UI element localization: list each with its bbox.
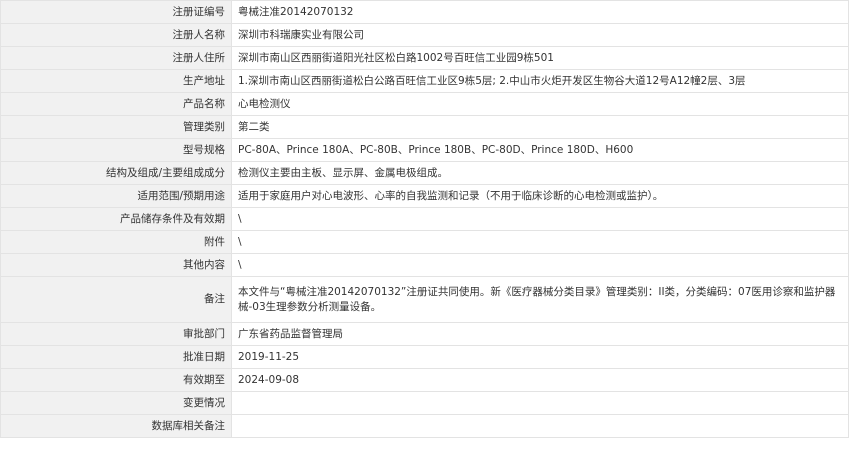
row-value: 适用于家庭用户对心电波形、心率的自我监测和记录（不用于临床诊断的心电检测或监护）… (231, 184, 849, 208)
table-row-attachments: 附件 \ (0, 230, 849, 254)
row-value: 1.深圳市南山区西丽街道松白公路百旺信工业区9栋5层; 2.中山市火炬开发区生物… (231, 69, 849, 93)
table-row-valid-until: 有效期至 2024-09-08 (0, 368, 849, 392)
row-value: 粤械注准20142070132 (231, 0, 849, 24)
table-row-approval-date: 批准日期 2019-11-25 (0, 345, 849, 369)
table-row-product-name: 产品名称 心电检测仪 (0, 92, 849, 116)
table-row-management-category: 管理类别 第二类 (0, 115, 849, 139)
row-label: 批准日期 (0, 345, 232, 369)
row-label: 产品储存条件及有效期 (0, 207, 232, 231)
row-value: 广东省药品监督管理局 (231, 322, 849, 346)
row-value (231, 391, 849, 415)
row-value: \ (231, 207, 849, 231)
row-label: 变更情况 (0, 391, 232, 415)
table-row-approval-department: 审批部门 广东省药品监督管理局 (0, 322, 849, 346)
row-value: 2019-11-25 (231, 345, 849, 369)
row-label: 审批部门 (0, 322, 232, 346)
row-value: \ (231, 230, 849, 254)
row-value: 2024-09-08 (231, 368, 849, 392)
row-label: 适用范围/预期用途 (0, 184, 232, 208)
registration-table: 注册证编号 粤械注准20142070132 注册人名称 深圳市科瑞康实业有限公司… (0, 0, 849, 438)
row-label: 注册人住所 (0, 46, 232, 70)
table-row-database-remarks: 数据库相关备注 (0, 414, 849, 438)
table-row-registration-number: 注册证编号 粤械注准20142070132 (0, 0, 849, 24)
row-label: 数据库相关备注 (0, 414, 232, 438)
row-label: 注册人名称 (0, 23, 232, 47)
table-row-registrant-name: 注册人名称 深圳市科瑞康实业有限公司 (0, 23, 849, 47)
row-value: 检测仪主要由主板、显示屏、金属电极组成。 (231, 161, 849, 185)
row-value: 本文件与“粤械注准20142070132”注册证共同使用。新《医疗器械分类目录》… (231, 276, 849, 323)
row-value: \ (231, 253, 849, 277)
table-row-intended-use: 适用范围/预期用途 适用于家庭用户对心电波形、心率的自我监测和记录（不用于临床诊… (0, 184, 849, 208)
row-label: 注册证编号 (0, 0, 232, 24)
row-label: 产品名称 (0, 92, 232, 116)
row-label: 有效期至 (0, 368, 232, 392)
table-row-production-address: 生产地址 1.深圳市南山区西丽街道松白公路百旺信工业区9栋5层; 2.中山市火炬… (0, 69, 849, 93)
table-row-model-specification: 型号规格 PC-80A、Prince 180A、PC-80B、Prince 18… (0, 138, 849, 162)
row-value: PC-80A、Prince 180A、PC-80B、Prince 180B、PC… (231, 138, 849, 162)
row-label: 备注 (0, 276, 232, 323)
row-label: 结构及组成/主要组成成分 (0, 161, 232, 185)
row-label: 其他内容 (0, 253, 232, 277)
row-label: 型号规格 (0, 138, 232, 162)
table-row-structure-composition: 结构及组成/主要组成成分 检测仪主要由主板、显示屏、金属电极组成。 (0, 161, 849, 185)
row-value: 心电检测仪 (231, 92, 849, 116)
row-value (231, 414, 849, 438)
row-label: 附件 (0, 230, 232, 254)
table-row-change-status: 变更情况 (0, 391, 849, 415)
row-label: 生产地址 (0, 69, 232, 93)
table-row-other-content: 其他内容 \ (0, 253, 849, 277)
row-label: 管理类别 (0, 115, 232, 139)
row-value: 深圳市南山区西丽街道阳光社区松白路1002号百旺信工业园9栋501 (231, 46, 849, 70)
table-row-remarks: 备注 本文件与“粤械注准20142070132”注册证共同使用。新《医疗器械分类… (0, 276, 849, 323)
row-value: 第二类 (231, 115, 849, 139)
table-row-registrant-address: 注册人住所 深圳市南山区西丽街道阳光社区松白路1002号百旺信工业园9栋501 (0, 46, 849, 70)
table-row-storage-validity: 产品储存条件及有效期 \ (0, 207, 849, 231)
row-value: 深圳市科瑞康实业有限公司 (231, 23, 849, 47)
